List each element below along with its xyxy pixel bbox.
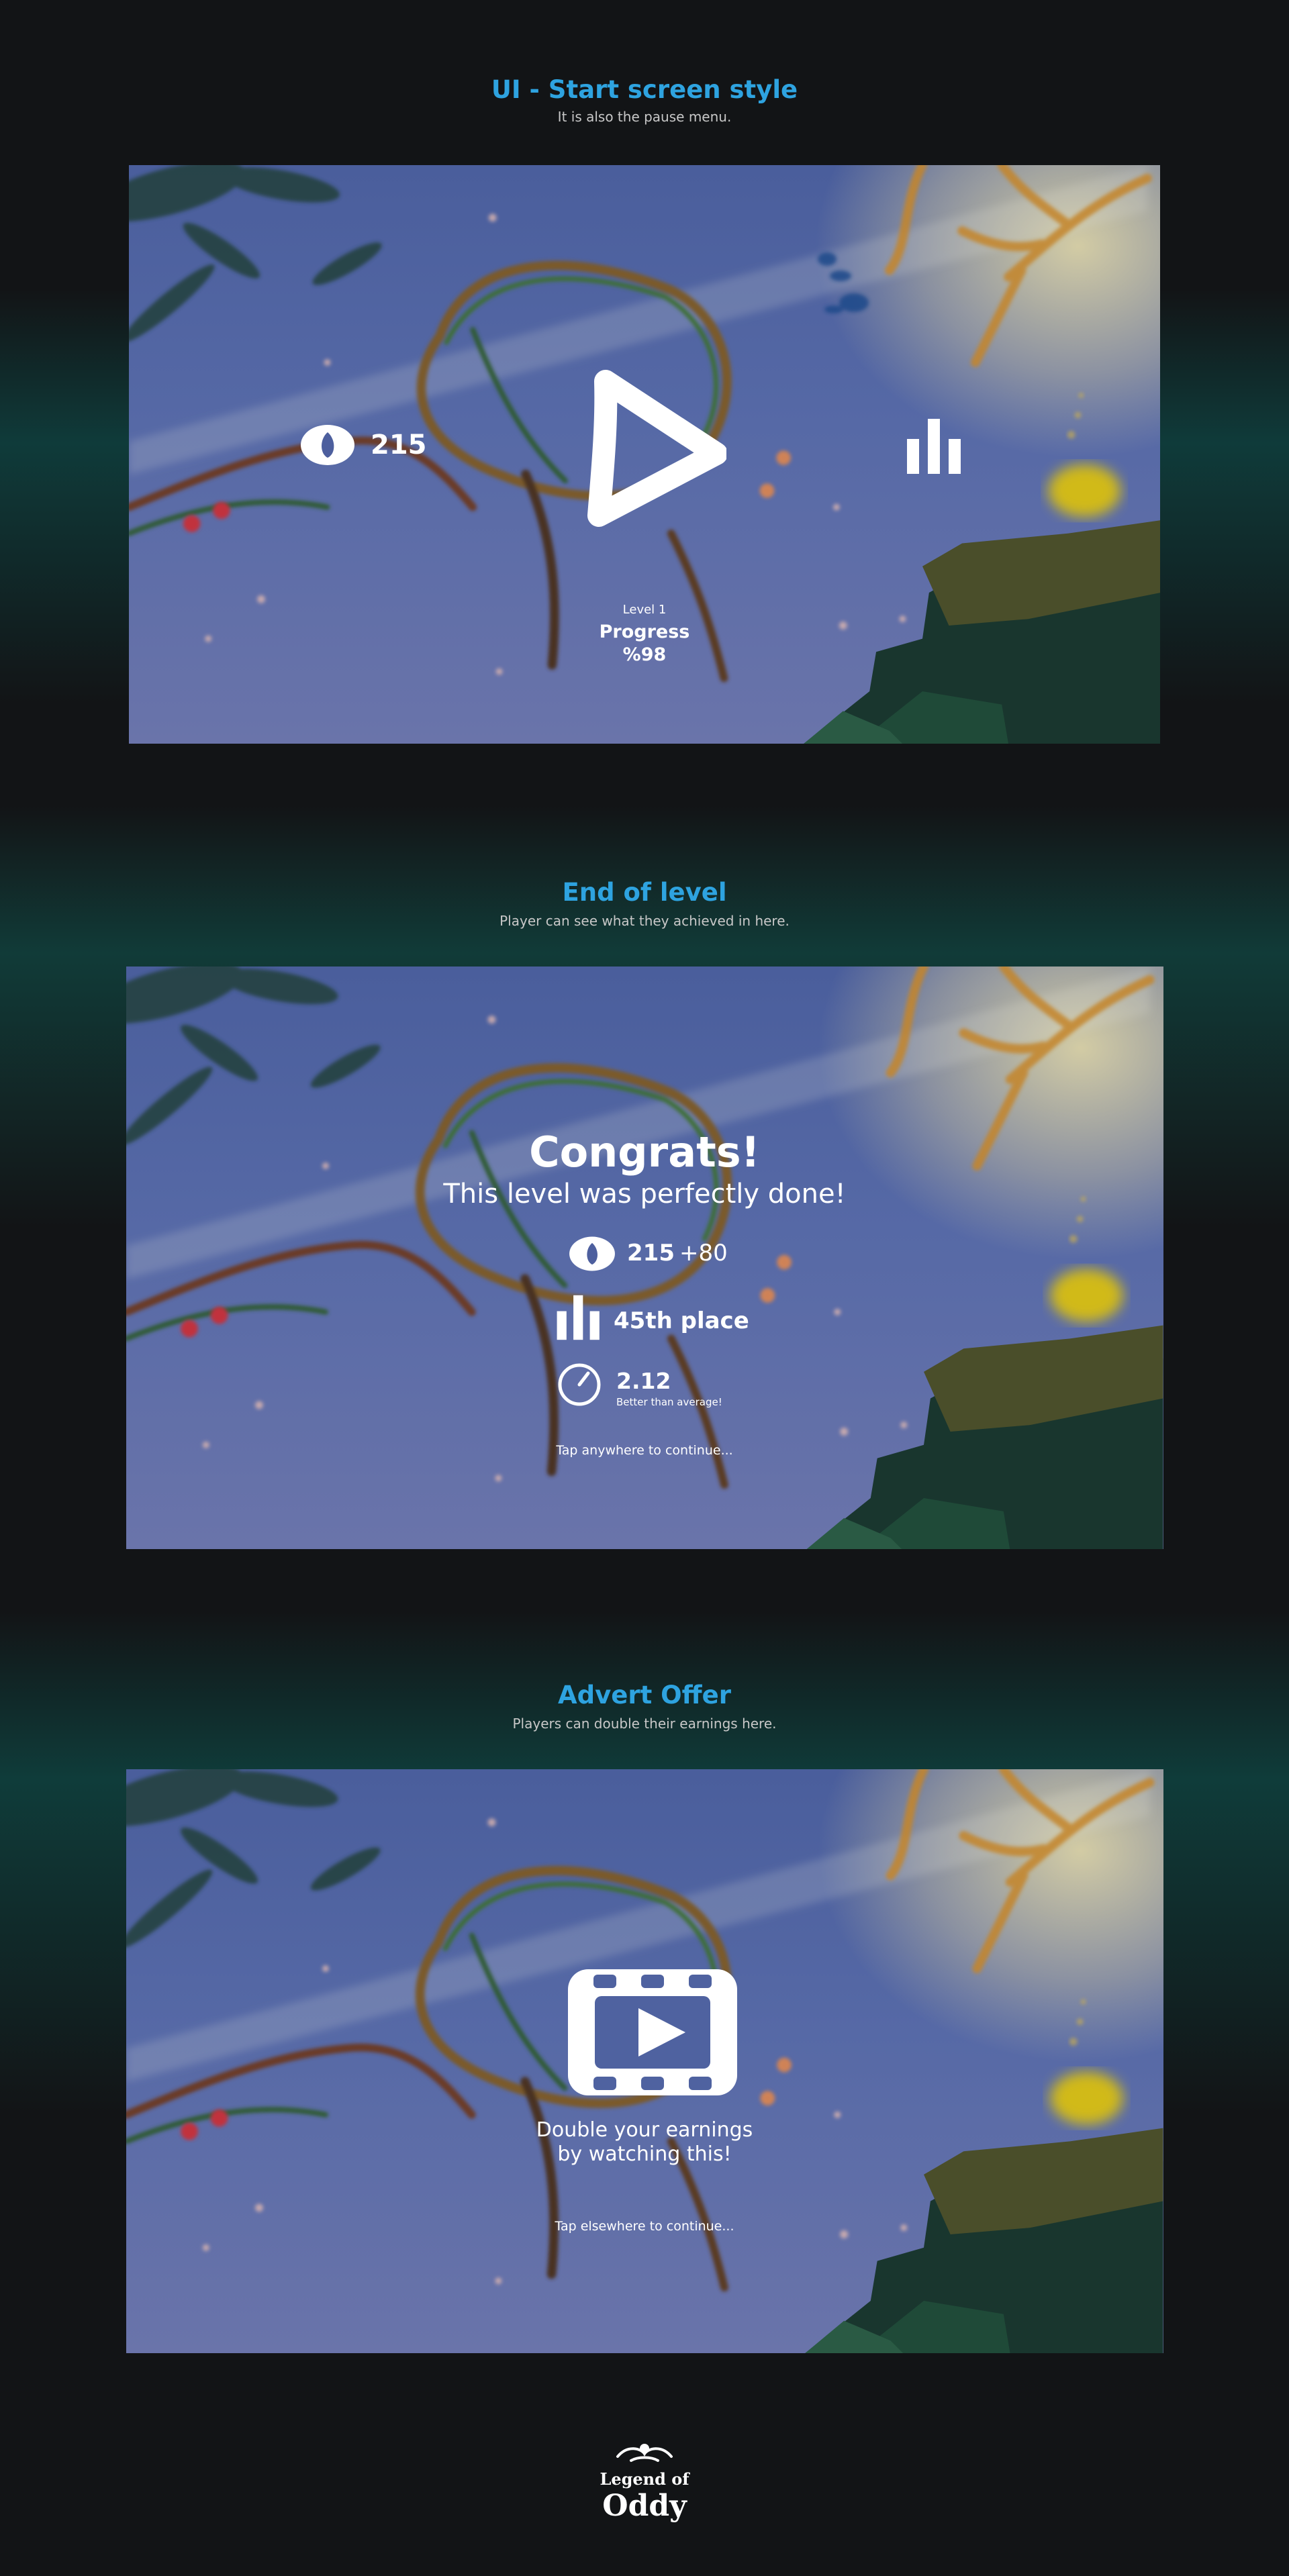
logo-line-2: Oddy (602, 2489, 687, 2523)
congrats-message: This level was perfectly done! (443, 1179, 846, 1209)
game-logo: Legend of Oddy (577, 2436, 712, 2524)
rank-text: 45th place (614, 1307, 749, 1334)
leaderboard-button[interactable] (906, 419, 963, 475)
section-title-advert: Advert Offer (558, 1681, 731, 1710)
section-title-end: End of level (562, 878, 727, 907)
seed-icon (569, 1236, 615, 1271)
continue-hint: Tap anywhere to continue... (556, 1443, 733, 1458)
play-button[interactable] (579, 366, 726, 528)
logo-mark: Legend of Oddy (600, 2444, 690, 2523)
progress-value: %98 (622, 644, 667, 665)
time-value: 2.12 (616, 1368, 671, 1394)
seed-count: 215 (627, 1240, 675, 1267)
play-icon (587, 370, 726, 527)
section-subtitle-end: Player can see what they achieved in her… (499, 913, 790, 929)
advert-line-2: by watching this! (557, 2142, 732, 2166)
start-screen-panel: 215 Level 1 Progress %98 (129, 165, 1160, 744)
video-play-icon (568, 1969, 737, 2095)
section-subtitle-advert: Players can double their earnings here. (512, 1716, 777, 1732)
seed-count: 215 (371, 430, 427, 460)
end-level-panel[interactable]: Congrats! This level was perfectly done!… (126, 967, 1163, 1549)
logo-line-1: Legend of (600, 2469, 690, 2489)
advert-panel[interactable]: Double your earnings by watching this! T… (126, 1769, 1163, 2353)
seed-icon (301, 425, 354, 465)
leaderboard-icon (557, 1295, 600, 1340)
congrats-heading: Congrats! (529, 1128, 760, 1177)
timer-icon (558, 1363, 601, 1406)
level-label: Level 1 (622, 603, 667, 617)
section-title-start: UI - Start screen style (491, 75, 798, 104)
continue-hint: Tap elsewhere to continue... (555, 2219, 734, 2234)
progress-label: Progress (599, 622, 690, 642)
seed-bonus: +80 (679, 1240, 728, 1267)
leaderboard-icon (907, 419, 961, 474)
section-subtitle-start: It is also the pause menu. (557, 109, 732, 125)
advert-line-1: Double your earnings (536, 2118, 753, 2142)
watch-video-button[interactable] (568, 1969, 737, 2095)
time-note: Better than average! (616, 1396, 722, 1408)
